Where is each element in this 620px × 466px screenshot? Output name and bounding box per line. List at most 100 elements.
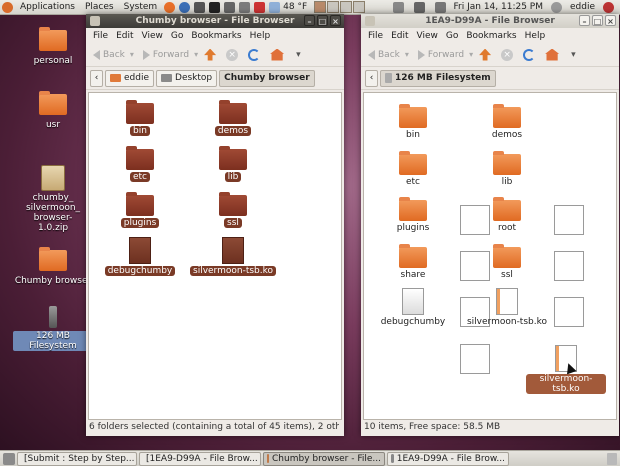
menu-edit[interactable]: Edit: [112, 31, 137, 41]
file-item-debugchumby[interactable]: debugchumby: [97, 237, 183, 276]
menu-help[interactable]: Help: [521, 31, 550, 41]
file-item-debugchumby[interactable]: debugchumby: [370, 288, 456, 327]
home-icon[interactable]: [270, 48, 285, 61]
file-item-ssl[interactable]: ssl: [464, 244, 550, 280]
home-icon[interactable]: [545, 48, 560, 61]
forward-button[interactable]: Forward: [140, 49, 192, 60]
menu-edit[interactable]: Edit: [387, 31, 412, 41]
file-item-etc[interactable]: etc: [97, 146, 183, 182]
path-left-arrow[interactable]: ‹: [90, 69, 103, 87]
ubuntu-logo-icon[interactable]: [2, 1, 13, 13]
file-item-ssl[interactable]: ssl: [190, 192, 276, 228]
minimize-button[interactable]: –: [579, 15, 590, 26]
network-disconnected-icon[interactable]: [254, 1, 266, 13]
breadcrumb-desktop[interactable]: Desktop: [156, 69, 218, 87]
desktop-icon-zip[interactable]: chumby_ silvermoon_ browser-1.0.zip: [13, 165, 93, 233]
desktop-icon-chumby-browser[interactable]: Chumby browser: [13, 247, 93, 286]
applications-menu[interactable]: Applications: [15, 2, 80, 12]
file-item-silvermoon[interactable]: silvermoon-tsb.ko: [464, 288, 550, 327]
file-item-share[interactable]: share: [370, 244, 456, 280]
menu-bookmarks[interactable]: Bookmarks: [462, 31, 520, 41]
taskbar-item[interactable]: [Submit : Step by Step...: [17, 451, 137, 466]
reload-icon[interactable]: [523, 48, 536, 61]
system-menu[interactable]: System: [119, 2, 163, 12]
file-label: plugins: [396, 223, 430, 233]
file-item-demos[interactable]: demos: [190, 100, 276, 136]
chevron-down-icon[interactable]: ▾: [296, 50, 301, 60]
folder-icon: [399, 151, 427, 175]
places-menu[interactable]: Places: [80, 2, 119, 12]
menu-file[interactable]: File: [89, 31, 112, 41]
breadcrumb-filesystem[interactable]: 126 MB Filesystem: [380, 69, 496, 87]
package-icon: [41, 165, 65, 191]
menu-go[interactable]: Go: [442, 31, 462, 41]
folder-icon: [39, 27, 67, 51]
breadcrumb-chumby-browser[interactable]: Chumby browser: [219, 69, 315, 87]
firefox-icon[interactable]: [164, 1, 176, 13]
menu-go[interactable]: Go: [167, 31, 187, 41]
stop-icon[interactable]: ×: [501, 48, 514, 61]
close-button[interactable]: ×: [330, 15, 341, 26]
up-icon[interactable]: [479, 48, 492, 61]
menu-view[interactable]: View: [138, 31, 167, 41]
help-icon[interactable]: [179, 1, 191, 13]
menu-view[interactable]: View: [413, 31, 442, 41]
power-icon[interactable]: [603, 1, 614, 13]
window-title: Chumby browser - File Browser: [135, 16, 295, 26]
breadcrumb-eddie[interactable]: eddie: [105, 69, 155, 87]
mail-icon[interactable]: [392, 1, 404, 13]
file-item-plugins[interactable]: plugins: [370, 197, 456, 233]
clock[interactable]: Fri Jan 14, 11:25 PM: [454, 2, 543, 12]
network-icon[interactable]: [434, 1, 446, 13]
desktop-icon-usr[interactable]: usr: [13, 91, 93, 130]
taskbar-item[interactable]: Chumby browser - File...: [263, 451, 385, 466]
back-button[interactable]: Back: [90, 49, 128, 60]
path-left-arrow[interactable]: ‹: [365, 69, 378, 87]
chevron-down-icon[interactable]: ▾: [571, 50, 576, 60]
minimize-button[interactable]: –: [304, 15, 315, 26]
maximize-button[interactable]: □: [592, 15, 603, 26]
location-bar: ‹ eddie Desktop Chumby browser: [86, 67, 344, 90]
workspace-switcher[interactable]: [314, 1, 366, 13]
terminal-icon[interactable]: [209, 1, 221, 13]
file-item-plugins[interactable]: plugins: [97, 192, 183, 228]
window-menu-icon[interactable]: [365, 16, 375, 26]
file-item-bin[interactable]: bin: [97, 100, 183, 136]
show-desktop-icon[interactable]: [3, 452, 15, 465]
user-name[interactable]: eddie: [570, 2, 595, 12]
desktop-icon-filesystem[interactable]: 126 MB Filesystem: [13, 306, 93, 351]
file-item-lib[interactable]: lib: [464, 151, 550, 187]
file-item-bin[interactable]: bin: [370, 104, 456, 140]
taskbar-item[interactable]: [1EA9-D99A - File Brow...: [139, 451, 261, 466]
file-label: bin: [130, 126, 150, 136]
desktop-icon-personal[interactable]: personal: [13, 27, 93, 66]
reload-icon[interactable]: [248, 48, 261, 61]
weather-temperature[interactable]: 48 °F: [282, 2, 312, 12]
file-item-lib[interactable]: lib: [190, 146, 276, 182]
file-view[interactable]: bin demos etc lib plugins root share ssl…: [363, 92, 617, 420]
file-view[interactable]: bin demos etc lib plugins ssl debugchumb…: [88, 92, 342, 420]
stop-icon[interactable]: ×: [226, 48, 239, 61]
maximize-button[interactable]: □: [317, 15, 328, 26]
file-item-etc[interactable]: etc: [370, 151, 456, 187]
window-menu-icon[interactable]: [90, 16, 100, 26]
back-button[interactable]: Back: [365, 49, 403, 60]
tools-icon[interactable]: [239, 1, 251, 13]
file-item-root[interactable]: root: [464, 197, 550, 233]
volume-icon[interactable]: [413, 1, 425, 13]
monitor-icon[interactable]: [224, 1, 236, 13]
file-item-demos[interactable]: demos: [464, 104, 550, 140]
pencil-icon[interactable]: [194, 1, 206, 13]
menu-help[interactable]: Help: [246, 31, 275, 41]
forward-button[interactable]: Forward: [415, 49, 467, 60]
file-item-silvermoon[interactable]: silvermoon-tsb.ko: [190, 237, 276, 276]
taskbar-item[interactable]: 1EA9-D99A - File Brow...: [387, 451, 509, 466]
window-titlebar[interactable]: 1EA9-D99A - File Browser – □ ×: [361, 14, 619, 28]
trash-icon[interactable]: [607, 452, 617, 465]
menu-file[interactable]: File: [364, 31, 387, 41]
up-icon[interactable]: [204, 48, 217, 61]
window-titlebar[interactable]: Chumby browser - File Browser – □ ×: [86, 14, 344, 28]
close-button[interactable]: ×: [605, 15, 616, 26]
file-icon: [222, 237, 244, 264]
menu-bookmarks[interactable]: Bookmarks: [187, 31, 245, 41]
